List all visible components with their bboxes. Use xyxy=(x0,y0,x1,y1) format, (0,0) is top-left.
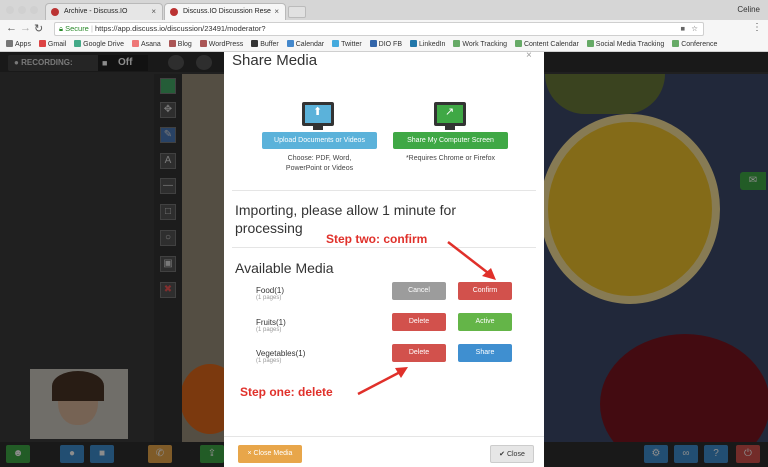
divider xyxy=(224,436,544,437)
tab-strip: Archive - Discuss.IO × Discuss.IO Discus… xyxy=(0,0,768,20)
apps-icon xyxy=(6,40,13,47)
secure-label: Secure xyxy=(65,24,89,33)
upload-help-line-2: PowerPoint or Videos xyxy=(285,165,354,172)
step-two-annotation: Step two: confirm xyxy=(326,232,428,246)
gmail-icon xyxy=(38,40,46,47)
media-pages: (1 pages) xyxy=(256,327,282,333)
sheet-icon xyxy=(586,40,594,47)
media-item: Vegetables(1) (1 pages) xyxy=(256,349,305,364)
active-button[interactable]: Active xyxy=(458,313,512,331)
bookmark-item[interactable]: WordPress xyxy=(199,38,243,51)
step-two-arrow xyxy=(447,241,496,280)
cancel-button[interactable]: Cancel xyxy=(392,282,446,300)
bookmark-item[interactable]: Conference xyxy=(672,38,717,51)
linkedin-icon xyxy=(409,40,417,47)
bookmark-item[interactable]: Asana xyxy=(131,38,161,51)
tab-close-icon[interactable]: × xyxy=(151,7,156,16)
browser-tab-active[interactable]: Discuss.IO Discussion Rese × xyxy=(164,3,286,20)
bookmark-item[interactable]: Content Calendar xyxy=(514,38,579,51)
media-item: Fruits(1) (1 pages) xyxy=(256,318,286,333)
drive-icon xyxy=(74,40,82,47)
modal-close-icon[interactable]: × xyxy=(526,50,532,61)
menu-icon[interactable]: ⋮ xyxy=(752,22,762,33)
new-tab-button[interactable] xyxy=(288,6,306,18)
window-maximize-dot[interactable] xyxy=(30,6,38,14)
bookmark-item[interactable]: Blog xyxy=(168,38,192,51)
tab-favicon-icon xyxy=(170,8,178,16)
browser-tab[interactable]: Archive - Discuss.IO × xyxy=(45,3,163,20)
close-button[interactable]: ✔ Close xyxy=(490,445,534,463)
close-media-button[interactable]: × Close Media xyxy=(238,445,302,463)
window-minimize-dot[interactable] xyxy=(18,6,26,14)
upload-cloud-icon: ⬆ xyxy=(302,102,334,126)
monitor-stand xyxy=(445,126,455,130)
profile-name[interactable]: Celine xyxy=(737,5,760,14)
facebook-icon xyxy=(369,40,377,47)
star-icon[interactable]: ☆ xyxy=(691,23,698,35)
asana-icon xyxy=(131,40,139,47)
address-bar[interactable]: 🔒︎ Secure | https://app.discuss.io/discu… xyxy=(54,22,704,36)
camera-icon[interactable]: ■ xyxy=(680,23,685,35)
share-screen-button[interactable]: Share My Computer Screen xyxy=(393,132,508,149)
window-close-dot[interactable] xyxy=(6,6,14,14)
wordpress-icon xyxy=(199,40,207,47)
modal-title: Share Media xyxy=(232,52,318,69)
bookmark-item[interactable]: Social Media Tracking xyxy=(586,38,664,51)
share-media-modal: Share Media × ⬆ Upload Documents or Vide… xyxy=(224,50,544,467)
upload-documents-button[interactable]: Upload Documents or Videos xyxy=(262,132,377,149)
divider xyxy=(232,190,536,191)
tab-title: Discuss.IO Discussion Rese xyxy=(183,8,271,15)
media-item: Food(1) (1 pages) xyxy=(256,286,284,301)
url-text: https://app.discuss.io/discussion/23491/… xyxy=(95,24,266,33)
sheet-icon xyxy=(453,40,461,47)
bookmark-item[interactable]: Gmail xyxy=(38,38,66,51)
forward-icon[interactable]: → xyxy=(20,22,31,34)
bookmark-item[interactable]: Buffer xyxy=(251,38,279,51)
delete-button[interactable]: Delete xyxy=(392,313,446,331)
media-name: Fruits(1) xyxy=(256,318,286,327)
share-button[interactable]: Share xyxy=(458,344,512,362)
media-pages: (1 pages) xyxy=(256,358,282,364)
upload-help-line-1: Choose: PDF, Word, xyxy=(287,155,352,162)
bookmark-item[interactable]: LinkedIn xyxy=(409,38,445,51)
back-icon[interactable]: ← xyxy=(6,22,17,34)
available-media-heading: Available Media xyxy=(235,260,334,276)
bookmark-item[interactable]: Calendar xyxy=(286,38,324,51)
step-one-annotation: Step one: delete xyxy=(240,385,333,399)
delete-button[interactable]: Delete xyxy=(392,344,446,362)
tab-favicon-icon xyxy=(51,8,59,16)
reload-icon[interactable]: ↻ xyxy=(34,22,43,35)
share-screen-icon: ↗ xyxy=(434,102,466,126)
twitter-icon xyxy=(332,40,340,47)
bookmark-item[interactable]: Google Drive xyxy=(74,38,124,51)
media-name: Vegetables(1) xyxy=(256,349,306,358)
monitor-stand xyxy=(313,126,323,130)
importing-message-line-2: processing xyxy=(235,220,303,236)
tab-title: Archive - Discuss.IO xyxy=(64,8,128,15)
sheet-icon xyxy=(672,40,680,47)
media-name: Food(1) xyxy=(256,286,285,295)
importing-message-line-1: Importing, please allow 1 minute for xyxy=(235,202,456,218)
sheet-icon xyxy=(514,40,522,47)
bookmark-item[interactable]: Apps xyxy=(6,38,31,51)
bookmarks-bar: Apps Gmail Google Drive Asana Blog WordP… xyxy=(0,38,768,52)
calendar-icon xyxy=(286,40,294,47)
screen-help-text: *Requires Chrome or Firefox xyxy=(405,155,496,162)
bookmark-item[interactable]: Work Tracking xyxy=(453,38,507,51)
media-pages: (1 pages) xyxy=(256,295,282,301)
step-one-arrow xyxy=(357,367,408,396)
bookmark-item[interactable]: DIO FB xyxy=(369,38,402,51)
tab-close-icon[interactable]: × xyxy=(274,7,279,16)
lock-icon: 🔒︎ xyxy=(59,24,63,33)
bookmark-item[interactable]: Twitter xyxy=(332,38,362,51)
buffer-icon xyxy=(251,40,259,47)
blog-icon xyxy=(168,40,176,47)
